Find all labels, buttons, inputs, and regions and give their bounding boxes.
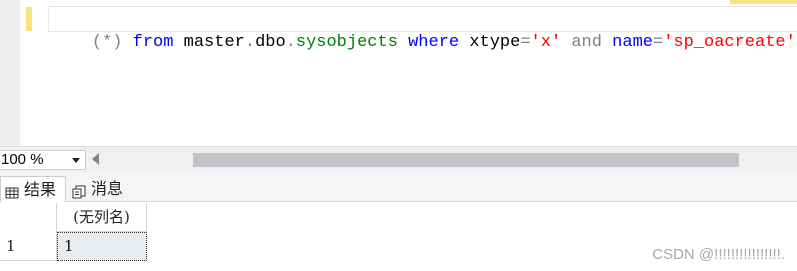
sql-code-line[interactable]: (*) from master.dbo.sysobjects where xty… — [48, 6, 797, 52]
code-token-schema: dbo — [255, 33, 286, 52]
code-token-keyword-from: from — [132, 33, 174, 52]
tab-results-label: 结果 — [24, 179, 57, 199]
code-token-database: master — [173, 33, 245, 52]
horizontal-scrollbar-thumb[interactable] — [193, 153, 739, 167]
tab-messages[interactable]: 消息 — [68, 176, 134, 202]
query-editor[interactable]: (*) from master.dbo.sysobjects where xty… — [0, 0, 797, 146]
code-token-equals: = — [520, 33, 531, 52]
code-token-column-name: name — [601, 33, 653, 52]
grid-row-number[interactable]: 1 — [0, 232, 57, 261]
chevron-down-icon[interactable] — [72, 158, 80, 163]
scroll-left-arrow-icon[interactable] — [92, 153, 99, 165]
results-tab-strip: 结果 消息 — [0, 172, 797, 202]
code-token-equals: = — [652, 33, 664, 52]
change-indicator-bar — [26, 7, 32, 31]
watermark-text: CSDN @!!!!!!!!!!!!!!!!. — [652, 246, 785, 263]
code-token-string-sp-oacreate: 'sp_oacreate' — [663, 33, 796, 52]
zoom-value: 100 % — [1, 151, 44, 168]
code-token-dot: . — [244, 33, 256, 52]
zoom-select[interactable]: 100 % — [0, 150, 86, 170]
code-token-column-xtype: xtype — [459, 33, 521, 52]
messages-icon — [72, 182, 86, 199]
grid-corner-header[interactable] — [0, 203, 57, 232]
code-token-and: and — [561, 33, 602, 52]
editor-tab-accent — [730, 0, 797, 4]
code-token-table: sysobjects — [295, 33, 398, 52]
code-token-dot: . — [285, 33, 296, 52]
code-token-prefix: (*) — [91, 33, 133, 52]
editor-status-strip: 100 % — [0, 146, 797, 172]
editor-gutter — [0, 0, 20, 146]
code-token-string-x: 'x' — [530, 33, 562, 52]
tab-results[interactable]: 结果 — [0, 176, 66, 202]
grid-cell-selected[interactable]: 1 — [57, 232, 147, 261]
code-token-keyword-where: where — [397, 33, 460, 52]
grid-icon — [5, 183, 19, 198]
grid-column-header[interactable]: (无列名) — [57, 203, 147, 232]
tab-messages-label: 消息 — [91, 179, 124, 198]
